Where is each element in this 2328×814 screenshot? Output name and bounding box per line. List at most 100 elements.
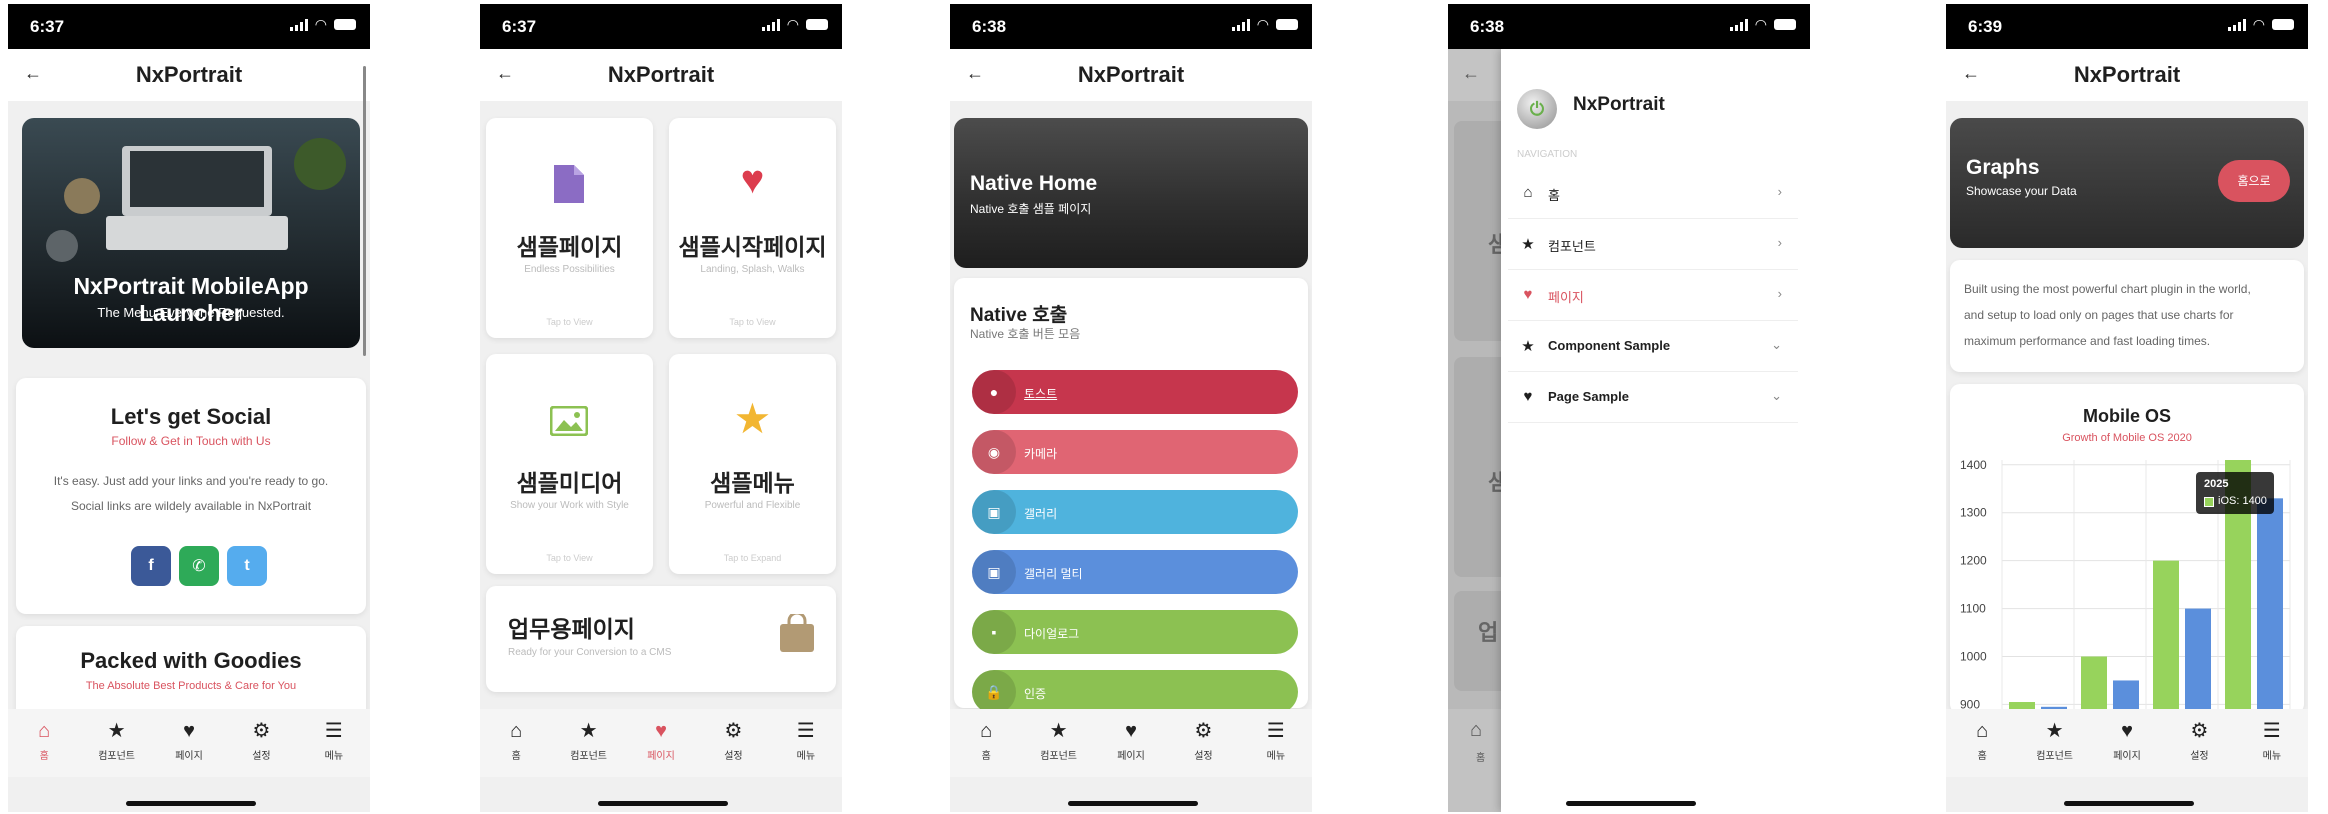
hero-subtitle: Native 호출 샘플 페이지 [970,202,1092,216]
tile-title: 샘플메뉴 [710,470,795,496]
tab-pages[interactable]: ♥ 페이지 [625,709,697,777]
tab-menu[interactable]: ☰ 메뉴 [2236,709,2308,777]
battery-icon [1276,18,1298,30]
tab-components[interactable]: ★ 컴포넌트 [1022,709,1094,777]
tab-menu[interactable]: ☰ 메뉴 [298,709,370,777]
gallery-button[interactable]: ▣ 갤러리 [972,490,1298,534]
tile-footer: Tap to Expand [723,553,782,563]
camera-button[interactable]: ◉ 카메라 [972,430,1298,474]
tab-bar: ⌂ 홈 ★ 컴포넌트 ♥ 페이지 ⚙ 설정 ☰ 메뉴 [1946,709,2308,777]
bar[interactable] [2153,560,2179,714]
chevron-down-icon: ⌄ [1771,337,1782,352]
auth-button[interactable]: 🔒 인증 [972,670,1298,714]
home-icon: ⌂ [510,720,523,742]
star-icon: ★ [2045,720,2064,742]
dimmed-content-peek[interactable]: 샘 샘 업 [1448,101,1508,711]
tab-home[interactable]: ⌂ 홈 [1946,709,2018,777]
tile-sample-start-page[interactable]: ♥ 샘플시작페이지 Landing, Splash, Walks Tap to … [669,118,836,338]
status-icons: ◠ [1231,17,1298,31]
tile-footer: Tap to View [546,553,593,563]
tab-home[interactable]: ⌂ 홈 [480,709,552,777]
tab-components[interactable]: ★ 컴포넌트 [2018,709,2090,777]
back-arrow-icon[interactable]: ← [1462,63,1480,84]
twitter-button[interactable]: t [227,546,267,586]
hero-subtitle: The Menu Everyone Requested. [97,305,285,320]
tab-label: 홈 [981,751,991,762]
hero-title: Graphs [1966,156,2040,179]
facebook-button[interactable]: f [131,546,171,586]
wifi-icon: ◠ [2252,16,2265,32]
phone-screen-graphs: 6:39 ◠ ← NxPortrait Graphs Showcase your… [1946,4,2308,812]
nav-item-label: 페이지 [1548,290,1584,305]
message-icon: ▪ [972,610,1016,654]
nav-item-label: 홈 [1548,188,1560,203]
tab-menu[interactable]: ☰ 메뉴 [1240,709,1312,777]
scrollbar[interactable] [363,66,366,356]
tab-pages[interactable]: ♥ 페이지 [153,709,225,777]
nav-item-pages[interactable]: ♥ 페이지 › [1508,270,1798,321]
tab-pages[interactable]: ♥ 페이지 [1095,709,1167,777]
laptop-illustration [46,138,346,262]
home-icon[interactable]: ⌂ [1470,719,1482,742]
description-line-1: Built using the most powerful chart plug… [1964,282,2251,296]
nav-item-page-sample[interactable]: ♥ Page Sample ⌄ [1508,372,1798,423]
chevron-right-icon: › [1777,184,1782,199]
y-tick-label: 1300 [1960,506,1987,520]
phone-screen-drawer: 6:38 ◠ ← 샘 샘 업 ⌂ 홈 ⏻ NxPortrait NAVIGATI… [1448,4,1810,812]
tab-settings[interactable]: ⚙ 설정 [697,709,769,777]
heart-icon: ♥ [740,158,765,202]
tile-subtitle: Powerful and Flexible [704,500,801,511]
heart-icon: ♥ [1523,286,1533,303]
status-time: 6:37 [502,17,537,36]
tab-home[interactable]: ⌂ 홈 [8,709,80,777]
chart-title: Mobile OS [2082,406,2171,426]
gallery-multi-button[interactable]: ▣ 갤러리 멀티 [972,550,1298,594]
tile-footer: Tap to View [729,317,776,327]
tab-settings[interactable]: ⚙ 설정 [2163,709,2235,777]
tab-label: 홈 [1977,751,1987,762]
tab-label: 설정 [2190,751,2209,762]
phone-screen-launcher: 6:37 ◠ ← NxPortrait NxPortrait MobileApp… [8,4,370,812]
section-subtitle: Native 호출 버튼 모음 [970,327,1081,341]
tab-settings[interactable]: ⚙ 설정 [225,709,297,777]
nav-item-home[interactable]: ⌂ 홈 › [1508,168,1798,219]
nav-item-component-sample[interactable]: ★ Component Sample ⌄ [1508,321,1798,372]
nav-item-label: Page Sample [1548,389,1629,404]
dialog-button[interactable]: ▪ 다이얼로그 [972,610,1298,654]
home-indicator [1068,801,1198,806]
home-button[interactable]: 홈으로 [2218,160,2290,202]
toast-button[interactable]: ● 토스트 [972,370,1298,414]
tab-settings[interactable]: ⚙ 설정 [1167,709,1239,777]
image-icon: ▣ [972,490,1016,534]
bar[interactable] [2257,498,2283,714]
phone-button[interactable]: ✆ [179,546,219,586]
work-page-subtitle: Ready for your Conversion to a CMS [508,647,672,658]
work-page-card[interactable]: 업무용페이지 Ready for your Conversion to a CM… [486,586,836,692]
tab-menu[interactable]: ☰ 메뉴 [770,709,842,777]
social-body-line-1: It's easy. Just add your links and you'r… [53,474,329,488]
tile-title: 샘플페이지 [516,234,623,260]
social-card: Let's get Social Follow & Get in Touch w… [16,378,366,614]
tile-title: 샘플미디어 [516,470,623,496]
tab-components[interactable]: ★ 컴포넌트 [80,709,152,777]
button-label: 갤러리 멀티 [1024,567,1083,581]
tab-home[interactable]: ⌂ 홈 [950,709,1022,777]
tab-pages[interactable]: ♥ 페이지 [2091,709,2163,777]
tab-label: 페이지 [1117,751,1145,762]
chart-tooltip: 2025 iOS: 1400 [2196,472,2274,514]
tab-components[interactable]: ★ 컴포넌트 [552,709,624,777]
phone-screen-native: 6:38 ◠ ← NxPortrait Native Home Native 호… [950,4,1312,812]
tab-label: 홈 [511,751,521,762]
chat-bubble-icon: ● [972,370,1016,414]
tab-label: 홈 [1476,753,1486,764]
nav-item-components[interactable]: ★ 컴포넌트 › [1508,219,1798,270]
heart-icon: ♥ [1125,720,1137,742]
nav-section-header: NAVIGATION [1517,149,1578,160]
bar[interactable] [2185,608,2211,714]
bar[interactable] [2081,656,2107,714]
tile-sample-page[interactable]: 샘플페이지 Endless Possibilities Tap to View [486,118,653,338]
tile-sample-menu[interactable]: ★ 샘플메뉴 Powerful and Flexible Tap to Expa… [669,354,836,574]
tile-sample-media[interactable]: 샘플미디어 Show your Work with Style Tap to V… [486,354,653,574]
hero-banner: Native Home Native 호출 샘플 페이지 [954,118,1308,268]
description-card: Built using the most powerful chart plug… [1950,260,2304,372]
